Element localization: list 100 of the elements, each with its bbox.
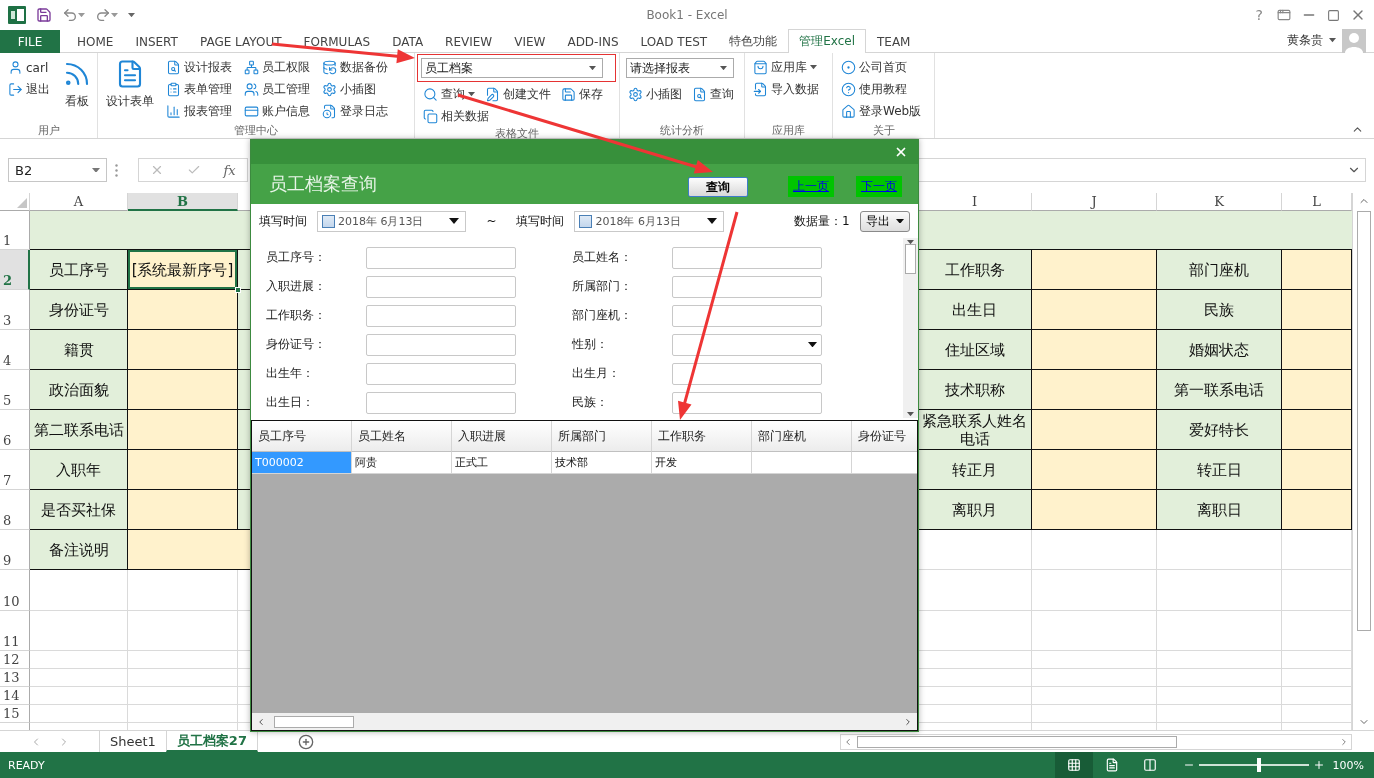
checkbox[interactable] — [322, 214, 335, 228]
scroll-thumb[interactable] — [274, 715, 354, 728]
input-field[interactable] — [366, 333, 516, 356]
scroll-right-icon[interactable] — [903, 716, 913, 727]
date-picker[interactable]: 2018年 6月13日 — [574, 210, 724, 232]
add-sheet-icon[interactable] — [297, 733, 314, 750]
help-button[interactable]: ? — [1251, 7, 1267, 23]
row-header[interactable]: 3 — [0, 290, 30, 330]
ribbon-button[interactable]: 相关数据 — [421, 106, 616, 127]
ribbon-button[interactable]: 数据备份 — [320, 57, 390, 78]
table-cell[interactable]: 技术部 — [552, 452, 652, 474]
ribbon-button[interactable]: 创建文件 — [483, 84, 553, 105]
dropdown[interactable]: 员工档案 — [421, 58, 603, 78]
date-picker[interactable]: 2018年 6月13日 — [317, 210, 467, 232]
zoom-in-icon[interactable] — [1312, 759, 1325, 771]
column-header[interactable]: 工作职务 — [652, 421, 752, 452]
input-field[interactable] — [672, 246, 822, 269]
scrollbar[interactable] — [903, 238, 918, 418]
column-header[interactable]: I — [918, 193, 1032, 211]
ribbon-tab[interactable]: 管理Excel — [788, 29, 866, 53]
row-header[interactable]: 10 — [0, 570, 30, 611]
scroll-left-icon[interactable] — [843, 736, 853, 747]
horizontal-scrollbar[interactable] — [252, 713, 917, 730]
select-field[interactable] — [672, 333, 822, 356]
row-header[interactable]: 15 — [0, 705, 30, 723]
save-icon[interactable] — [36, 7, 52, 23]
maximize-icon[interactable] — [1327, 8, 1340, 22]
input-field[interactable] — [366, 275, 516, 298]
row-header[interactable]: 4 — [0, 330, 30, 370]
column-header[interactable]: B — [128, 193, 238, 211]
input-field[interactable] — [366, 304, 516, 327]
ribbon-large-button[interactable]: 看板 — [60, 57, 94, 112]
view-button[interactable] — [1054, 752, 1093, 778]
input-field[interactable] — [366, 391, 516, 414]
input-field[interactable] — [366, 362, 516, 385]
row-header[interactable]: 12 — [0, 651, 30, 669]
ribbon-button[interactable]: 账户信息 — [242, 101, 312, 122]
ribbon-button[interactable]: 公司首页 — [839, 57, 924, 78]
input-field[interactable] — [672, 391, 822, 414]
table-cell[interactable]: 阿贵 — [352, 452, 452, 474]
ribbon-button[interactable]: carl — [6, 57, 52, 78]
row-header[interactable]: 1 — [0, 211, 30, 250]
ribbon-button[interactable]: 小插图 — [320, 79, 390, 100]
row-header[interactable]: 14 — [0, 687, 30, 705]
table-cell[interactable]: 开发 — [652, 452, 752, 474]
column-header[interactable]: 员工序号 — [252, 421, 352, 452]
select-all-icon[interactable] — [17, 198, 27, 208]
scroll-thumb[interactable] — [1356, 211, 1371, 631]
ribbon-button[interactable]: 小插图 — [626, 84, 684, 105]
ribbon-button[interactable]: 表单管理 — [164, 79, 234, 100]
slider-thumb[interactable] — [1257, 758, 1262, 772]
ribbon-button[interactable]: 退出 — [6, 79, 52, 100]
row-header[interactable]: 7 — [0, 450, 30, 490]
ribbon-button[interactable]: 查询 — [690, 84, 736, 105]
ribbon-split-button[interactable]: 应用库 — [751, 57, 821, 78]
ribbon-button[interactable]: 员工管理 — [242, 79, 312, 100]
close-icon[interactable] — [894, 145, 908, 159]
column-header[interactable]: 入职进展 — [452, 421, 552, 452]
horizontal-scrollbar[interactable] — [840, 733, 1352, 750]
column-header[interactable]: 部门座机 — [752, 421, 852, 452]
scroll-thumb[interactable] — [905, 244, 916, 275]
row-header[interactable]: 8 — [0, 490, 30, 530]
input-field[interactable] — [672, 304, 822, 327]
previous-page-link[interactable]: 上一页 — [788, 176, 834, 197]
dropdown[interactable]: 请选择报表 — [626, 58, 734, 78]
vertical-scrollbar[interactable] — [1352, 193, 1374, 730]
column-header[interactable]: L — [1282, 193, 1352, 211]
next-page-link[interactable]: 下一页 — [856, 176, 902, 197]
ribbon-button[interactable]: 员工权限 — [242, 57, 312, 78]
ribbon-button[interactable]: 导入数据 — [751, 79, 821, 100]
row-header[interactable]: 2 — [0, 250, 30, 290]
row-header[interactable]: 13 — [0, 669, 30, 687]
column-header[interactable]: A — [30, 193, 128, 211]
ribbon-button[interactable]: 使用教程 — [839, 79, 924, 100]
row-header[interactable]: 5 — [0, 370, 30, 410]
table-cell[interactable] — [752, 452, 852, 474]
scroll-left-icon[interactable] — [256, 716, 266, 727]
table-cell[interactable]: 正式工 — [452, 452, 552, 474]
insert-function-button[interactable]: fx — [223, 162, 236, 178]
checkbox[interactable] — [579, 214, 593, 228]
undo-button[interactable] — [62, 7, 85, 23]
account-name[interactable]: 黄条贵 — [1287, 32, 1323, 49]
redo-button[interactable] — [95, 7, 118, 23]
name-box[interactable]: B2 — [8, 158, 107, 182]
ribbon-button[interactable]: 设计报表 — [164, 57, 234, 78]
ribbon-button[interactable]: 保存 — [559, 84, 605, 105]
input-field[interactable] — [672, 362, 822, 385]
avatar[interactable] — [1342, 29, 1366, 53]
column-header[interactable]: J — [1032, 193, 1157, 211]
ribbon-button[interactable]: 报表管理 — [164, 101, 234, 122]
row-header[interactable]: 11 — [0, 611, 30, 651]
row-header[interactable]: 6 — [0, 410, 30, 450]
ribbon-large-button[interactable]: 设计表单 — [104, 57, 156, 112]
file-tab[interactable]: FILE — [0, 30, 60, 53]
scroll-thumb[interactable] — [857, 735, 1177, 748]
ribbon-button[interactable]: 登录Web版 — [839, 101, 924, 122]
column-header[interactable]: 所属部门 — [552, 421, 652, 452]
scroll-right-icon[interactable] — [1339, 736, 1349, 747]
column-header[interactable]: K — [1157, 193, 1282, 211]
enter-icon[interactable] — [186, 163, 201, 177]
